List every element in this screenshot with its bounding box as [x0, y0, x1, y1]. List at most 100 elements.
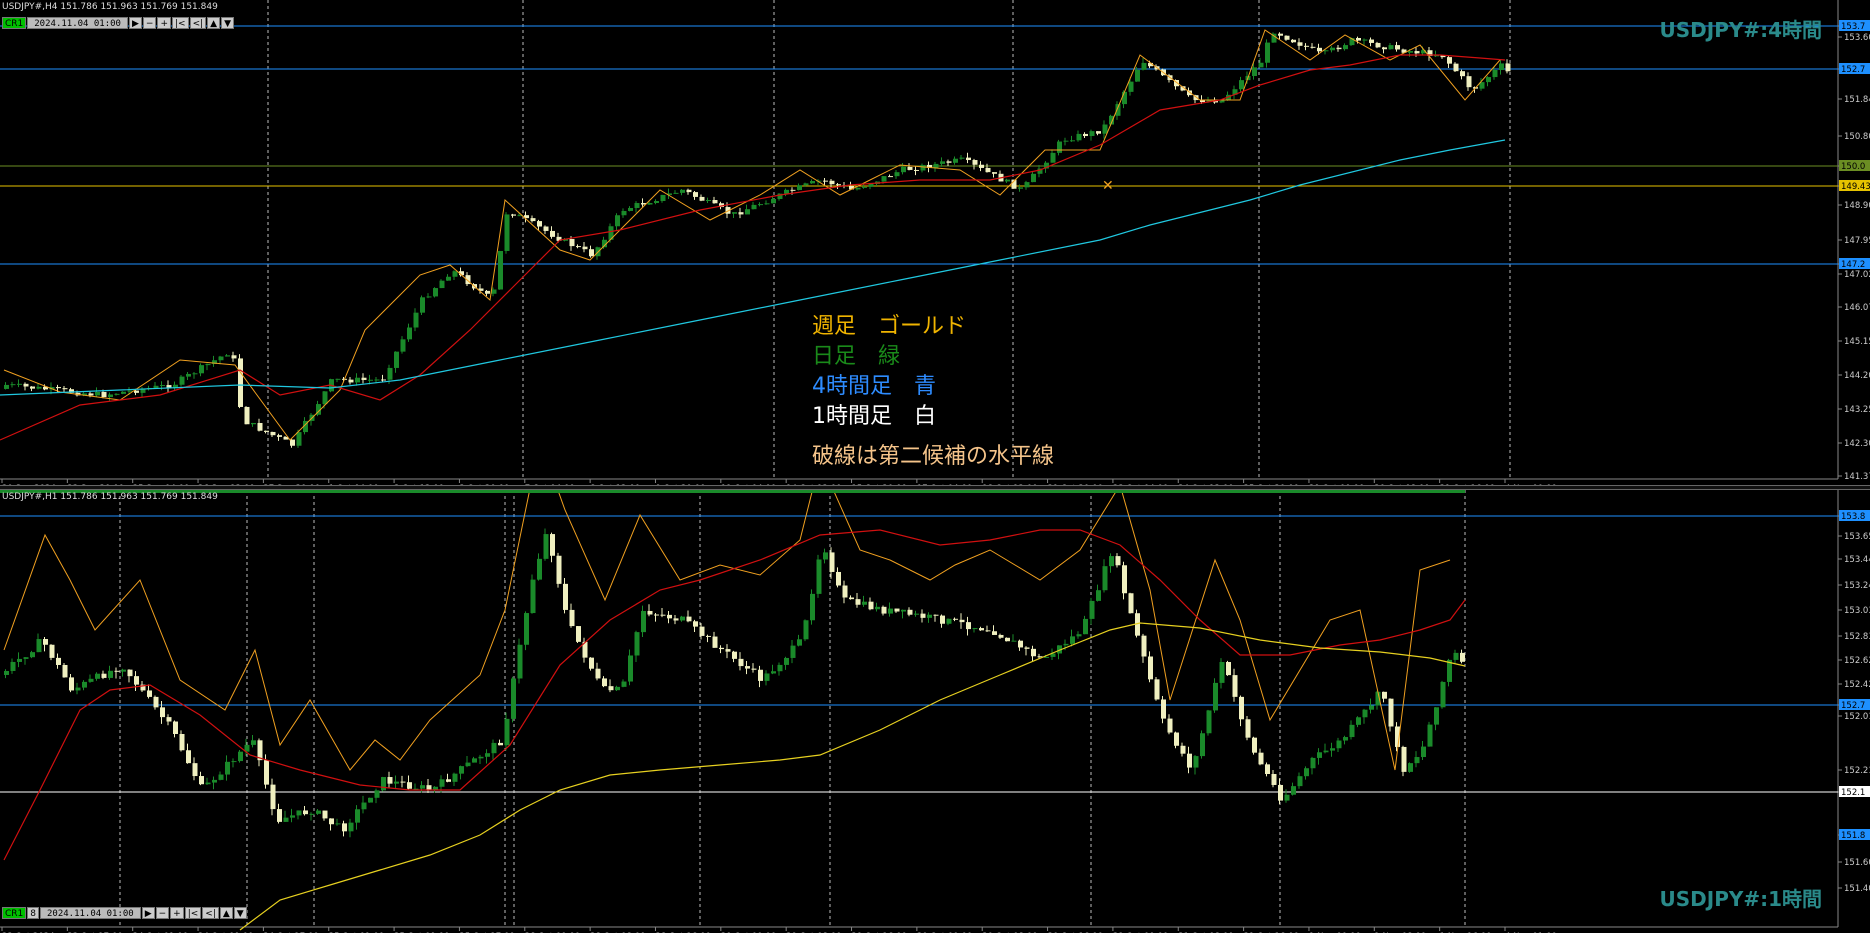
- candle: [459, 766, 464, 774]
- progress-strip: [0, 490, 1465, 493]
- h4-chart-pane[interactable]: 153.7153.60 152.7 151.84 150.80 150.0 149.43 1…: [0, 0, 1870, 485]
- candle: [790, 189, 796, 191]
- candle: [62, 664, 68, 678]
- down-arrow-icon[interactable]: ▼: [233, 907, 247, 919]
- candle: [62, 388, 68, 390]
- candle: [953, 158, 958, 163]
- candle: [485, 753, 490, 757]
- candle: [1141, 62, 1147, 70]
- candle: [1278, 33, 1283, 36]
- price-label: 152.42: [1844, 680, 1870, 690]
- candle: [374, 790, 380, 798]
- up-arrow-icon[interactable]: ▲: [219, 907, 233, 919]
- candle: [1375, 42, 1381, 48]
- price-label: 153.44: [1844, 555, 1870, 565]
- h1-chart-canvas[interactable]: 153.8 153.65 153.44 153.24 153.03 152.83 152.7…: [0, 490, 1870, 933]
- candle: [1427, 724, 1433, 747]
- up-arrow-icon[interactable]: ▲: [207, 17, 221, 29]
- candle: [277, 435, 282, 437]
- price-label: 145.15: [1844, 337, 1870, 347]
- candle: [1440, 681, 1446, 708]
- minus-button[interactable]: −: [155, 907, 170, 919]
- candle: [764, 203, 770, 205]
- candle: [621, 681, 627, 687]
- candle: [1401, 746, 1407, 772]
- candle: [868, 601, 874, 610]
- candle: [504, 718, 510, 746]
- scroll-back-icon[interactable]: <|: [189, 17, 207, 29]
- candle: [1057, 141, 1062, 153]
- scroll-back-icon[interactable]: <|: [202, 907, 219, 919]
- candle: [810, 181, 815, 184]
- minus-button[interactable]: −: [142, 17, 157, 29]
- candle: [634, 632, 640, 656]
- candle: [335, 378, 341, 380]
- candle: [43, 639, 48, 645]
- candle: [1232, 675, 1238, 697]
- candle: [946, 161, 952, 163]
- candle: [23, 657, 29, 659]
- candle: [231, 355, 237, 359]
- candle: [1382, 691, 1387, 699]
- play-icon[interactable]: ▶: [128, 17, 142, 29]
- h4-cr-tag[interactable]: CR1: [2, 17, 27, 29]
- candle: [979, 164, 984, 168]
- candle: [875, 606, 880, 610]
- candle: [745, 209, 750, 215]
- candle: [498, 742, 503, 746]
- candle: [1167, 718, 1173, 733]
- candle: [576, 246, 581, 248]
- candle: [381, 379, 386, 381]
- candle: [192, 373, 198, 375]
- candle: [920, 164, 926, 171]
- h1-chart-pane[interactable]: 153.8 153.65 153.44 153.24 153.03 152.83 152.7…: [0, 490, 1870, 933]
- candle: [400, 339, 406, 352]
- moving-average: [3, 529, 1466, 861]
- down-arrow-icon[interactable]: ▼: [221, 17, 234, 29]
- candle: [595, 668, 601, 679]
- h4-date-field[interactable]: 2024.11.04 01:00: [27, 17, 128, 29]
- candle: [862, 186, 867, 188]
- h1-date-field[interactable]: 2024.11.04 01:00: [40, 907, 141, 919]
- price-label: 144.20: [1844, 371, 1870, 381]
- candle: [543, 226, 549, 231]
- candle: [218, 356, 224, 361]
- scroll-start-icon[interactable]: |<: [171, 17, 189, 29]
- candle: [511, 214, 516, 216]
- candle: [1434, 707, 1439, 725]
- plus-button[interactable]: +: [170, 907, 184, 919]
- price-label: 147.95: [1844, 236, 1870, 246]
- candle: [264, 760, 269, 785]
- plus-button[interactable]: +: [157, 17, 171, 29]
- candle: [1135, 69, 1140, 82]
- candle: [1005, 637, 1010, 642]
- candle: [88, 393, 94, 396]
- candle: [1252, 737, 1257, 753]
- candle: [1083, 133, 1088, 137]
- candle: [1050, 152, 1056, 163]
- candle: [940, 161, 945, 164]
- candle: [238, 358, 243, 407]
- scroll-start-icon[interactable]: |<: [184, 907, 202, 919]
- candle: [628, 207, 633, 211]
- candle: [355, 377, 360, 383]
- candle: [4, 670, 9, 675]
- price-label: 141.37: [1844, 472, 1870, 482]
- candle: [160, 707, 165, 718]
- candle: [771, 671, 776, 674]
- candle: [1492, 70, 1498, 78]
- price-label: 148.90: [1844, 201, 1870, 211]
- candle: [82, 681, 87, 688]
- play-icon[interactable]: ▶: [141, 907, 155, 919]
- candle: [303, 810, 308, 815]
- candle: [1421, 746, 1426, 758]
- candle: [862, 601, 867, 605]
- candle: [1024, 647, 1030, 649]
- candle: [1122, 91, 1127, 105]
- h1-cr-tag[interactable]: CR1: [2, 907, 27, 919]
- candle: [153, 696, 159, 708]
- candle: [1388, 45, 1394, 50]
- h1-tag-8[interactable]: 8: [27, 907, 39, 919]
- candle: [335, 823, 341, 825]
- candle: [446, 779, 451, 782]
